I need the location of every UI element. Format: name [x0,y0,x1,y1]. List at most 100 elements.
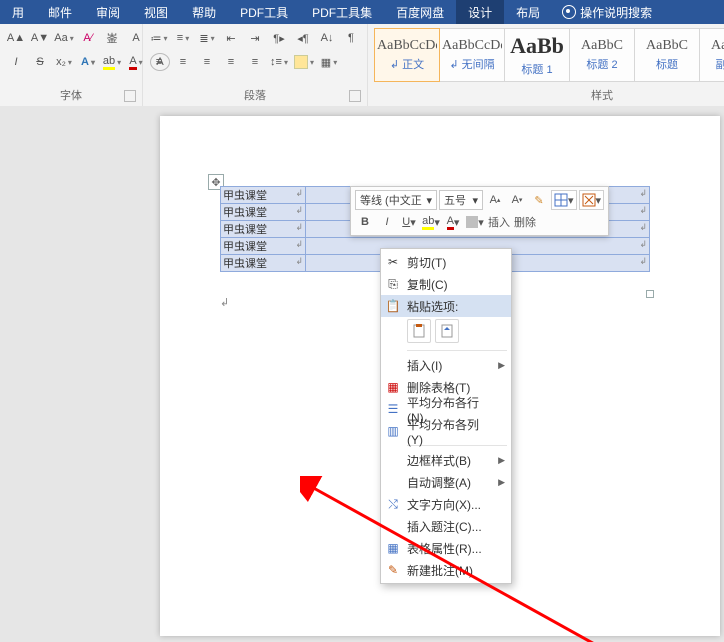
align-left-button[interactable]: ≡ [149,52,169,72]
showmarks-button[interactable]: ¶ [341,28,361,48]
highlight-button[interactable]: ab▾ [102,52,122,72]
bullets-button[interactable]: ≔▾ [149,28,169,48]
group-paragraph: ≔▾ ≡▾ ≣▾ ⇤ ⇥ ¶▸ ◂¶ A↓ ¶ ≡ ≡ ≡ ≡ ≡ ↕≡▾ ▾ … [143,24,368,106]
shrink-font-button[interactable]: A▼ [30,28,50,48]
mini-delete-button[interactable]: ▾ [579,190,605,210]
style-item-0[interactable]: AaBbCcDd↲ 正文 [374,28,440,82]
numbering-button[interactable]: ≡▾ [173,28,193,48]
group-font-label: 字体 [60,90,82,102]
styles-gallery[interactable]: AaBbCcDd↲ 正文AaBbCcDd↲ 无间隔AaBb标题 1AaBbC标题… [374,28,724,82]
tab-help[interactable]: 帮助 [180,0,228,24]
ctx-dist-cols[interactable]: ▥平均分布各列(Y) [381,420,511,442]
ctx-border-style[interactable]: 边框样式(B)▶ [381,449,511,471]
mini-toolbar: 等线 (中文正▾ 五号▾ A▴ A▾ ✎ ▾ ▾ B I U▾ ab▾ [350,186,609,236]
ribbon: A▲ A▼ Aa▾ A⁄ 崟 A I S x₂▾ A▾ ab▾ A▾ A 字体 … [0,24,724,107]
table-cell[interactable]: 甲虫课堂↲ [221,204,306,221]
document-area: ✥ 甲虫课堂↲↲甲虫课堂↲↲甲虫课堂↲↲甲虫课堂↲↲甲虫课堂↲↲ ↲ 等线 (中… [0,106,724,642]
ctx-cut[interactable]: ✂剪切(T) [381,251,511,273]
indent-dec-button[interactable]: ⇤ [221,28,241,48]
style-sample: AaBbC [572,38,632,54]
align-center-button[interactable]: ≡ [173,52,193,72]
page[interactable]: ✥ 甲虫课堂↲↲甲虫课堂↲↲甲虫课堂↲↲甲虫课堂↲↲甲虫课堂↲↲ ↲ 等线 (中… [160,116,720,636]
tell-me[interactable]: 操作说明搜索 [552,0,662,24]
table-cell[interactable]: 甲虫课堂↲ [221,238,306,255]
style-item-2[interactable]: AaBb 标题 1 [505,28,570,82]
ctx-new-comment[interactable]: ✎新建批注(M) [381,559,511,581]
ctx-table-properties[interactable]: ▦表格属性(R)... [381,537,511,559]
style-item-3[interactable]: AaBbC 标题 2 [570,28,635,82]
linespacing-button[interactable]: ↕≡▾ [269,52,289,72]
chevron-right-icon: ▶ [498,477,505,488]
texteffect-button[interactable]: A▾ [78,52,98,72]
borders-button[interactable]: ▦▾ [319,52,339,72]
mini-insert-button[interactable]: ▾ [551,190,577,210]
tab-pdfset[interactable]: PDF工具集 [300,0,384,24]
mini-shrink-font[interactable]: A▾ [507,190,527,210]
mini-bold[interactable]: B [355,212,375,232]
grow-font-button[interactable]: A▲ [6,28,26,48]
style-name: 标题 2 [586,56,617,72]
italic-button[interactable]: I [6,52,26,72]
mini-highlight[interactable]: ab▾ [421,212,441,232]
strike-button[interactable]: S [30,52,50,72]
style-name: 标题 1 [521,61,552,77]
ctx-insert[interactable]: 插入(I)▶ [381,354,511,376]
clear-format-button[interactable]: A⁄ [78,28,98,48]
align-justify-button[interactable]: ≡ [221,52,241,72]
shading-button[interactable]: ▾ [293,52,315,72]
font-launcher[interactable] [124,90,136,102]
ctx-copy[interactable]: ⎘复制(C) [381,273,511,295]
mini-shading[interactable]: ▾ [465,212,485,232]
mini-grow-font[interactable]: A▴ [485,190,505,210]
style-item-1[interactable]: AaBbCcDd↲ 无间隔 [440,28,505,82]
indent-inc-button[interactable]: ⇥ [245,28,265,48]
rtl-button[interactable]: ◂¶ [293,28,313,48]
mini-delete-label[interactable]: 删除 [513,212,537,232]
mini-insert-label[interactable]: 插入 [487,212,511,232]
style-item-4[interactable]: AaBbC标题 [635,28,700,82]
mini-format-painter[interactable]: ✎ [529,190,549,210]
table-cell[interactable]: 甲虫课堂↲ [221,187,306,204]
tab-pdf[interactable]: PDF工具 [228,0,300,24]
ctx-text-direction[interactable]: ⤭文字方向(X)... [381,493,511,515]
sort-button[interactable]: A↓ [317,28,337,48]
style-item-5[interactable]: AaBbC副标题 [700,28,724,82]
multilevel-button[interactable]: ≣▾ [197,28,217,48]
tab-review[interactable]: 审阅 [84,0,132,24]
mini-underline[interactable]: U▾ [399,212,419,232]
subsup-button[interactable]: x₂▾ [54,52,74,72]
mini-size-combo[interactable]: 五号▾ [439,190,483,210]
mini-fontcolor[interactable]: A▾ [443,212,463,232]
tab-mail[interactable]: 邮件 [36,0,84,24]
table-resize-handle[interactable] [646,290,654,298]
style-name: 标题 [656,56,678,72]
table-cell[interactable]: 甲虫课堂↲ [221,221,306,238]
ltr-button[interactable]: ¶▸ [269,28,289,48]
tab-view[interactable]: 视图 [132,0,180,24]
paste-merge[interactable] [435,319,459,343]
paste-keep-source[interactable] [407,319,431,343]
tab-layout[interactable]: 布局 [504,0,552,24]
align-right-button[interactable]: ≡ [197,52,217,72]
phonetic-button[interactable]: 崟 [102,28,122,48]
style-sample: AaBb [507,33,567,59]
mini-font-combo[interactable]: 等线 (中文正▾ [355,190,437,210]
tab-baidu[interactable]: 百度网盘 [384,0,456,24]
comment-icon: ✎ [385,562,401,578]
ctx-paste-options[interactable]: 📋粘贴选项: [381,295,511,317]
group-styles-label: 样式 [591,90,613,102]
separator [407,350,507,351]
mini-italic[interactable]: I [377,212,397,232]
group-styles: AaBbCcDd↲ 正文AaBbCcDd↲ 无间隔AaBb标题 1AaBbC标题… [368,24,724,106]
align-dist-button[interactable]: ≡ [245,52,265,72]
tab-apply[interactable]: 用 [0,0,36,24]
ctx-paste-gallery [381,317,511,347]
tab-design[interactable]: 设计 [456,0,504,24]
bulb-icon [562,5,576,19]
change-case-button[interactable]: Aa▾ [54,28,74,48]
style-sample: AaBbCcDd [442,38,502,54]
ctx-autofit[interactable]: 自动调整(A)▶ [381,471,511,493]
ctx-insert-caption[interactable]: 插入题注(C)... [381,515,511,537]
table-cell[interactable]: 甲虫课堂↲ [221,255,306,272]
para-launcher[interactable] [349,90,361,102]
